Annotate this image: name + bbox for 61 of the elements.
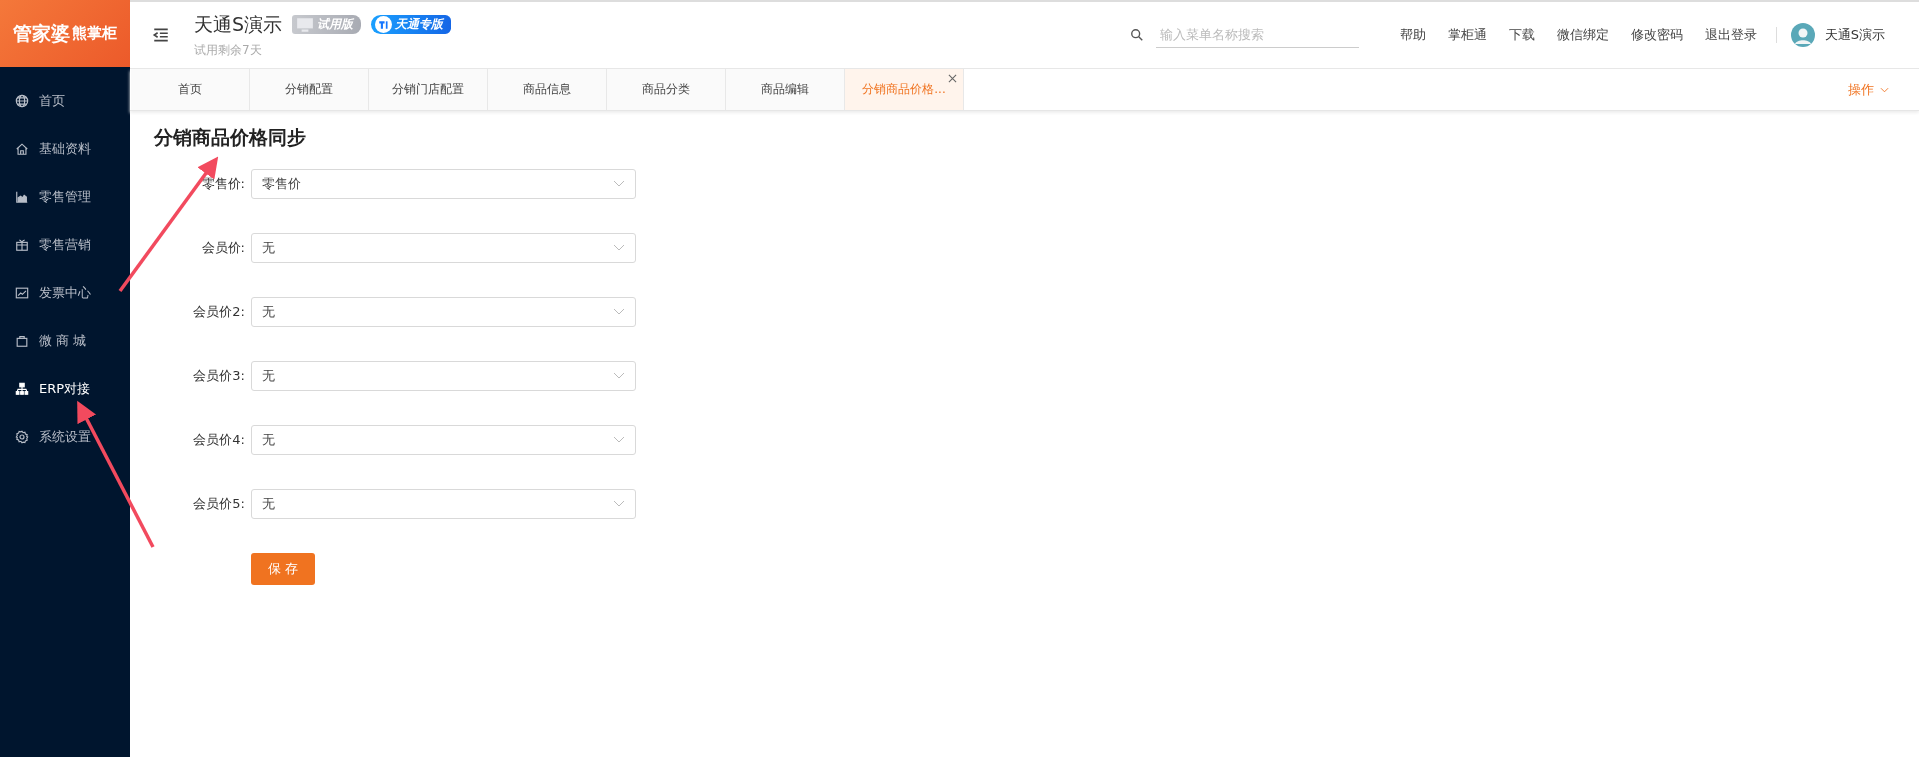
- header-link[interactable]: 掌柜通: [1447, 26, 1487, 44]
- gift-icon: [15, 238, 29, 252]
- page-tab[interactable]: 商品编辑: [726, 69, 845, 110]
- edition-badge: 天通专版: [371, 15, 452, 34]
- chevron-down-icon: [613, 308, 625, 316]
- settings-icon: [15, 430, 29, 444]
- page-title: 分销商品价格同步: [154, 125, 307, 150]
- field-label: 会员价3:: [192, 367, 245, 385]
- logo-product-text: 熊掌柜: [72, 24, 117, 43]
- header-link[interactable]: 下载: [1508, 26, 1535, 44]
- menu-collapse-icon[interactable]: [152, 26, 170, 44]
- page-tab[interactable]: 分销门店配置: [369, 69, 488, 110]
- bag-icon: [15, 334, 29, 348]
- home-icon: [15, 142, 29, 156]
- sidebar-item[interactable]: 微 商 城: [0, 317, 130, 365]
- sidebar-item[interactable]: 发票中心: [0, 269, 130, 317]
- header-link[interactable]: 帮助: [1399, 26, 1426, 44]
- user-name[interactable]: 天通S演示: [1824, 26, 1885, 44]
- sidebar-item[interactable]: ERP对接: [0, 365, 130, 413]
- page-tab[interactable]: 商品分类: [607, 69, 726, 110]
- field-label: 零售价:: [200, 175, 245, 193]
- chevron-down-icon: [613, 372, 625, 380]
- line-chart-icon: [15, 286, 29, 300]
- field-label: 会员价2:: [192, 303, 245, 321]
- globe-icon: [15, 94, 29, 108]
- chevron-down-icon: [613, 180, 625, 188]
- logo-brand-text: 管家婆: [13, 20, 70, 46]
- chevron-down-icon: [613, 436, 625, 444]
- network-icon: [15, 382, 29, 396]
- search-icon: [1129, 28, 1144, 42]
- field-label: 会员价4:: [192, 431, 245, 449]
- header-link[interactable]: 退出登录: [1704, 26, 1757, 44]
- monitor-icon: [296, 16, 315, 33]
- close-icon[interactable]: [948, 74, 957, 83]
- chevron-down-icon: [613, 244, 625, 252]
- avatar-icon: [1790, 23, 1815, 47]
- header-link[interactable]: 微信绑定: [1556, 26, 1609, 44]
- company-name: 天通S演示: [194, 11, 283, 37]
- sidebar-item[interactable]: 系统设置: [0, 413, 130, 461]
- sidebar-item[interactable]: 首页: [0, 77, 130, 125]
- select-field[interactable]: 无: [251, 297, 636, 327]
- field-label: 会员价:: [200, 239, 245, 257]
- select-field[interactable]: 无: [251, 489, 636, 519]
- logo-t-icon: [375, 16, 393, 33]
- select-field[interactable]: 无: [251, 425, 636, 455]
- trial-badge: 试用版: [292, 15, 362, 34]
- select-field[interactable]: 无: [251, 233, 636, 263]
- sidebar-item[interactable]: 零售管理: [0, 173, 130, 221]
- page-tab[interactable]: 分销配置: [250, 69, 369, 110]
- select-field[interactable]: 无: [251, 361, 636, 391]
- chevron-down-icon: [613, 500, 625, 508]
- page-tab[interactable]: 首页: [131, 69, 250, 110]
- sidebar-item[interactable]: 基础资料: [0, 125, 130, 173]
- page-tab[interactable]: 商品信息: [488, 69, 607, 110]
- header-link[interactable]: 修改密码: [1630, 26, 1683, 44]
- trial-remaining-text: 试用剩余7天: [194, 41, 263, 59]
- chevron-down-icon: [1880, 86, 1889, 93]
- area-chart-icon: [15, 190, 29, 204]
- field-label: 会员价5:: [192, 495, 245, 513]
- select-field[interactable]: 零售价: [251, 169, 636, 199]
- sidebar-item[interactable]: 零售营销: [0, 221, 130, 269]
